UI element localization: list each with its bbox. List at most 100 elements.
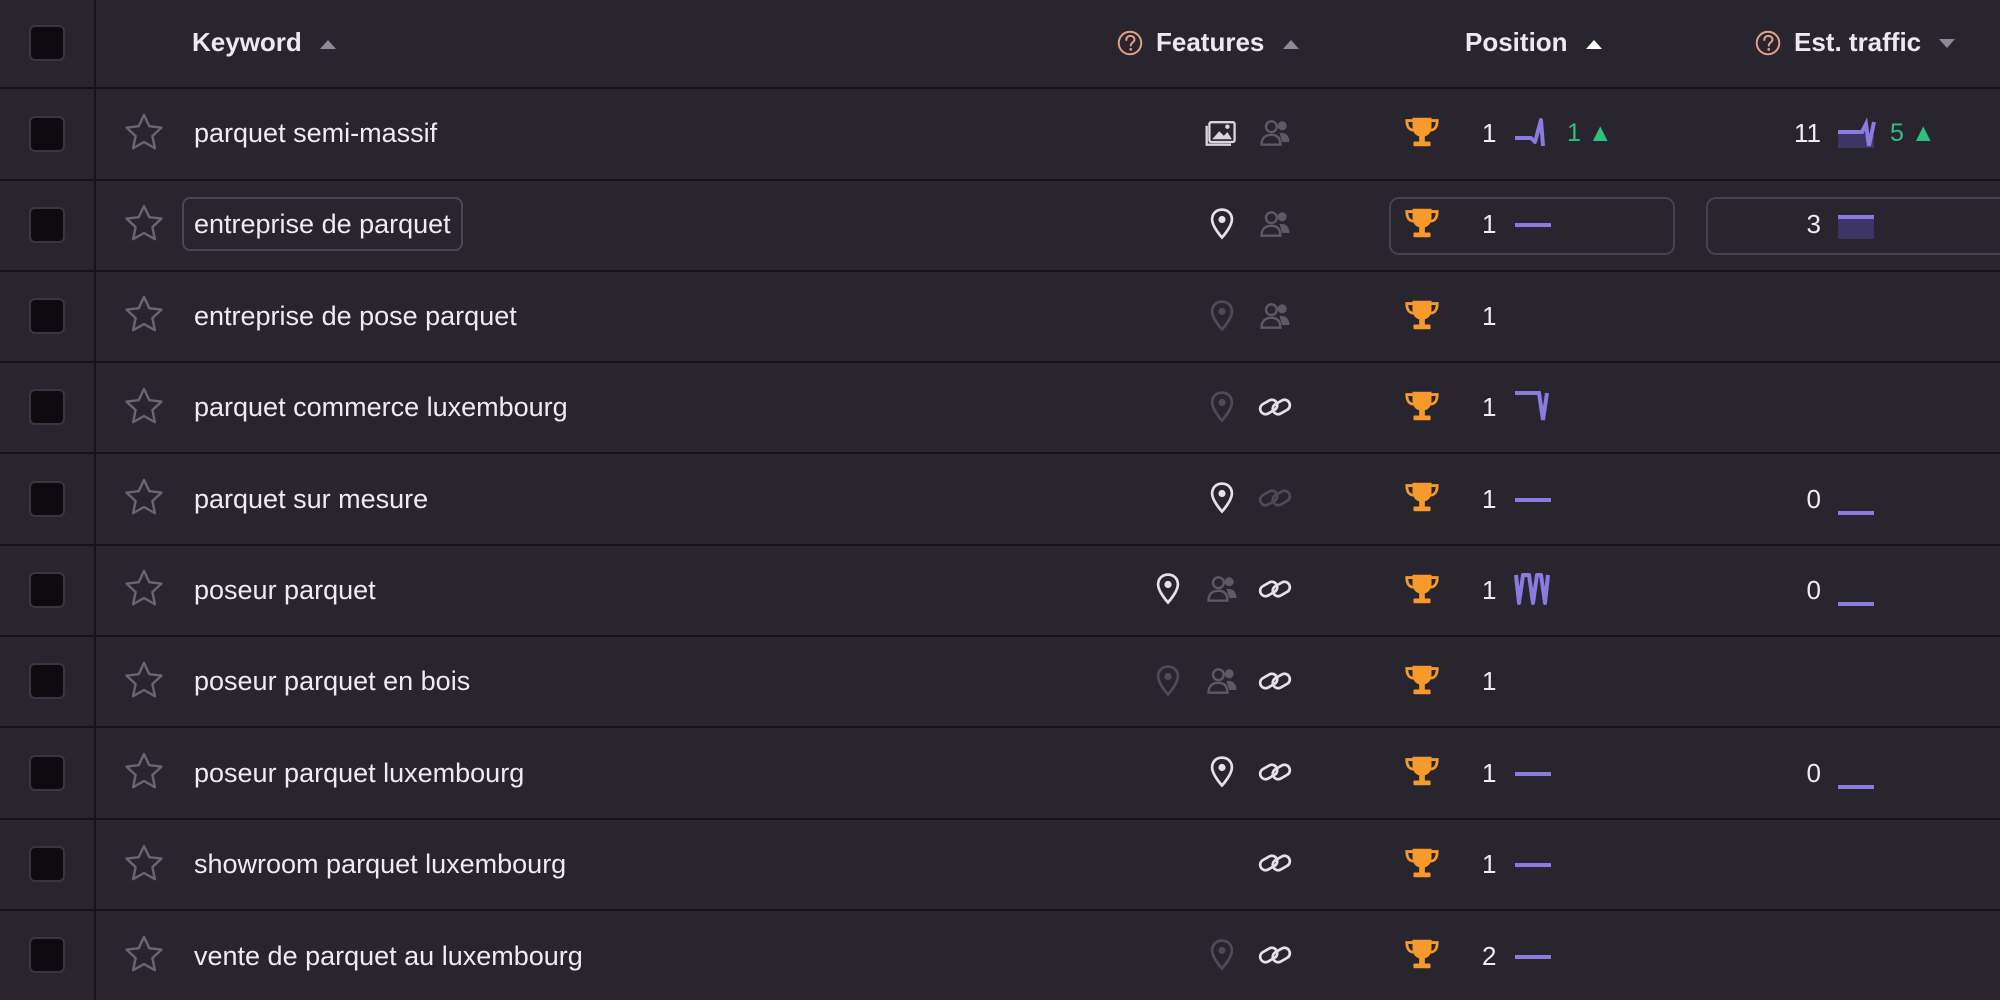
row-checkbox[interactable] bbox=[29, 572, 65, 608]
trophy-icon bbox=[1403, 478, 1441, 516]
traffic-change: 5 ▲ bbox=[1890, 119, 1936, 147]
row-checkbox[interactable] bbox=[29, 846, 65, 882]
keyword-link[interactable]: poseur parquet luxembourg bbox=[194, 756, 524, 790]
position-sparkline[interactable] bbox=[1513, 205, 1553, 241]
location-pin-icon[interactable] bbox=[1204, 754, 1240, 790]
sort-asc-icon bbox=[1282, 40, 1299, 50]
image-pack-icon[interactable] bbox=[1204, 115, 1240, 151]
position-value: 1 bbox=[1482, 575, 1497, 605]
position-sparkline[interactable] bbox=[1513, 754, 1553, 790]
keyword-link[interactable]: poseur parquet en bois bbox=[194, 664, 470, 698]
row-checkbox[interactable] bbox=[29, 937, 65, 973]
sitelinks-icon[interactable] bbox=[1257, 571, 1293, 607]
position-value: 1 bbox=[1482, 666, 1497, 696]
star-icon[interactable] bbox=[124, 660, 164, 700]
keyword-link[interactable]: showroom parquet luxembourg bbox=[194, 847, 566, 881]
location-pin-icon[interactable] bbox=[1204, 389, 1240, 425]
people-also-ask-icon[interactable] bbox=[1257, 298, 1293, 334]
trophy-icon bbox=[1403, 113, 1441, 151]
star-icon[interactable] bbox=[124, 843, 164, 883]
traffic-sparkline[interactable] bbox=[1836, 571, 1876, 607]
people-also-ask-icon[interactable] bbox=[1204, 571, 1240, 607]
row-divider bbox=[0, 179, 2000, 181]
row-checkbox[interactable] bbox=[29, 389, 65, 425]
sitelinks-icon[interactable] bbox=[1257, 389, 1293, 425]
keyword-link[interactable]: poseur parquet bbox=[194, 573, 376, 607]
sort-asc-icon bbox=[1585, 40, 1602, 50]
position-change: 1 ▲ bbox=[1567, 119, 1613, 147]
column-header-keyword[interactable]: Keyword bbox=[192, 26, 337, 58]
keyword-link[interactable]: parquet semi-massif bbox=[194, 116, 437, 150]
row-divider bbox=[0, 361, 2000, 363]
row-checkbox[interactable] bbox=[29, 481, 65, 517]
traffic-sparkline[interactable] bbox=[1836, 114, 1876, 150]
row-divider bbox=[0, 270, 2000, 272]
position-header-label: Position bbox=[1465, 27, 1568, 57]
column-header-features[interactable]: Features bbox=[1156, 26, 1300, 58]
location-pin-icon[interactable] bbox=[1150, 663, 1186, 699]
position-sparkline[interactable] bbox=[1513, 480, 1553, 516]
star-icon[interactable] bbox=[124, 203, 164, 243]
location-pin-icon[interactable] bbox=[1150, 571, 1186, 607]
star-icon[interactable] bbox=[124, 112, 164, 152]
column-divider bbox=[94, 0, 96, 1000]
position-sparkline[interactable] bbox=[1513, 845, 1553, 881]
keyword-link[interactable]: entreprise de parquet bbox=[182, 197, 463, 251]
position-sparkline[interactable] bbox=[1513, 114, 1553, 150]
row-divider bbox=[0, 635, 2000, 637]
row-divider bbox=[0, 909, 2000, 911]
sitelinks-icon[interactable] bbox=[1257, 480, 1293, 516]
trophy-icon bbox=[1403, 935, 1441, 973]
position-value: 1 bbox=[1482, 118, 1497, 148]
position-sparkline[interactable] bbox=[1513, 571, 1553, 607]
row-checkbox[interactable] bbox=[29, 663, 65, 699]
star-icon[interactable] bbox=[124, 568, 164, 608]
people-also-ask-icon[interactable] bbox=[1204, 663, 1240, 699]
traffic-value: 0 bbox=[1806, 575, 1821, 605]
position-sparkline[interactable] bbox=[1513, 388, 1553, 424]
traffic-sparkline[interactable] bbox=[1836, 754, 1876, 790]
location-pin-icon[interactable] bbox=[1204, 298, 1240, 334]
column-header-position[interactable]: Position bbox=[1465, 26, 1603, 58]
row-divider bbox=[0, 452, 2000, 454]
star-icon[interactable] bbox=[124, 751, 164, 791]
sitelinks-icon[interactable] bbox=[1257, 845, 1293, 881]
sitelinks-icon[interactable] bbox=[1257, 663, 1293, 699]
keyword-link[interactable]: entreprise de pose parquet bbox=[194, 299, 517, 333]
star-icon[interactable] bbox=[124, 386, 164, 426]
sitelinks-icon[interactable] bbox=[1257, 754, 1293, 790]
position-sparkline[interactable] bbox=[1513, 937, 1553, 973]
location-pin-icon[interactable] bbox=[1204, 206, 1240, 242]
row-checkbox[interactable] bbox=[29, 207, 65, 243]
star-icon[interactable] bbox=[124, 934, 164, 974]
row-checkbox[interactable] bbox=[29, 116, 65, 152]
traffic-value: 0 bbox=[1806, 484, 1821, 514]
keyword-link[interactable]: vente de parquet au luxembourg bbox=[194, 939, 583, 973]
position-value: 1 bbox=[1482, 849, 1497, 879]
traffic-help-icon[interactable] bbox=[1753, 28, 1783, 58]
row-divider bbox=[0, 87, 2000, 89]
row-checkbox[interactable] bbox=[29, 755, 65, 791]
sort-desc-icon bbox=[1939, 39, 1956, 49]
keyword-link[interactable]: parquet sur mesure bbox=[194, 482, 428, 516]
star-icon[interactable] bbox=[124, 477, 164, 517]
keyword-link[interactable]: parquet commerce luxembourg bbox=[194, 390, 568, 424]
traffic-value: 3 bbox=[1806, 209, 1821, 239]
sort-asc-icon bbox=[320, 40, 337, 50]
traffic-sparkline[interactable] bbox=[1836, 205, 1876, 241]
star-icon[interactable] bbox=[124, 294, 164, 334]
people-also-ask-icon[interactable] bbox=[1257, 115, 1293, 151]
column-header-est-traffic[interactable]: Est. traffic bbox=[1794, 26, 1956, 58]
features-help-icon[interactable] bbox=[1115, 28, 1145, 58]
people-also-ask-icon[interactable] bbox=[1257, 206, 1293, 242]
location-pin-icon[interactable] bbox=[1204, 937, 1240, 973]
traffic-sparkline[interactable] bbox=[1836, 480, 1876, 516]
location-pin-icon[interactable] bbox=[1204, 480, 1240, 516]
row-divider bbox=[0, 544, 2000, 546]
select-all-checkbox[interactable] bbox=[29, 25, 65, 61]
trophy-icon bbox=[1403, 204, 1441, 242]
row-divider bbox=[0, 726, 2000, 728]
sitelinks-icon[interactable] bbox=[1257, 937, 1293, 973]
traffic-header-label: Est. traffic bbox=[1794, 27, 1922, 57]
row-checkbox[interactable] bbox=[29, 298, 65, 334]
